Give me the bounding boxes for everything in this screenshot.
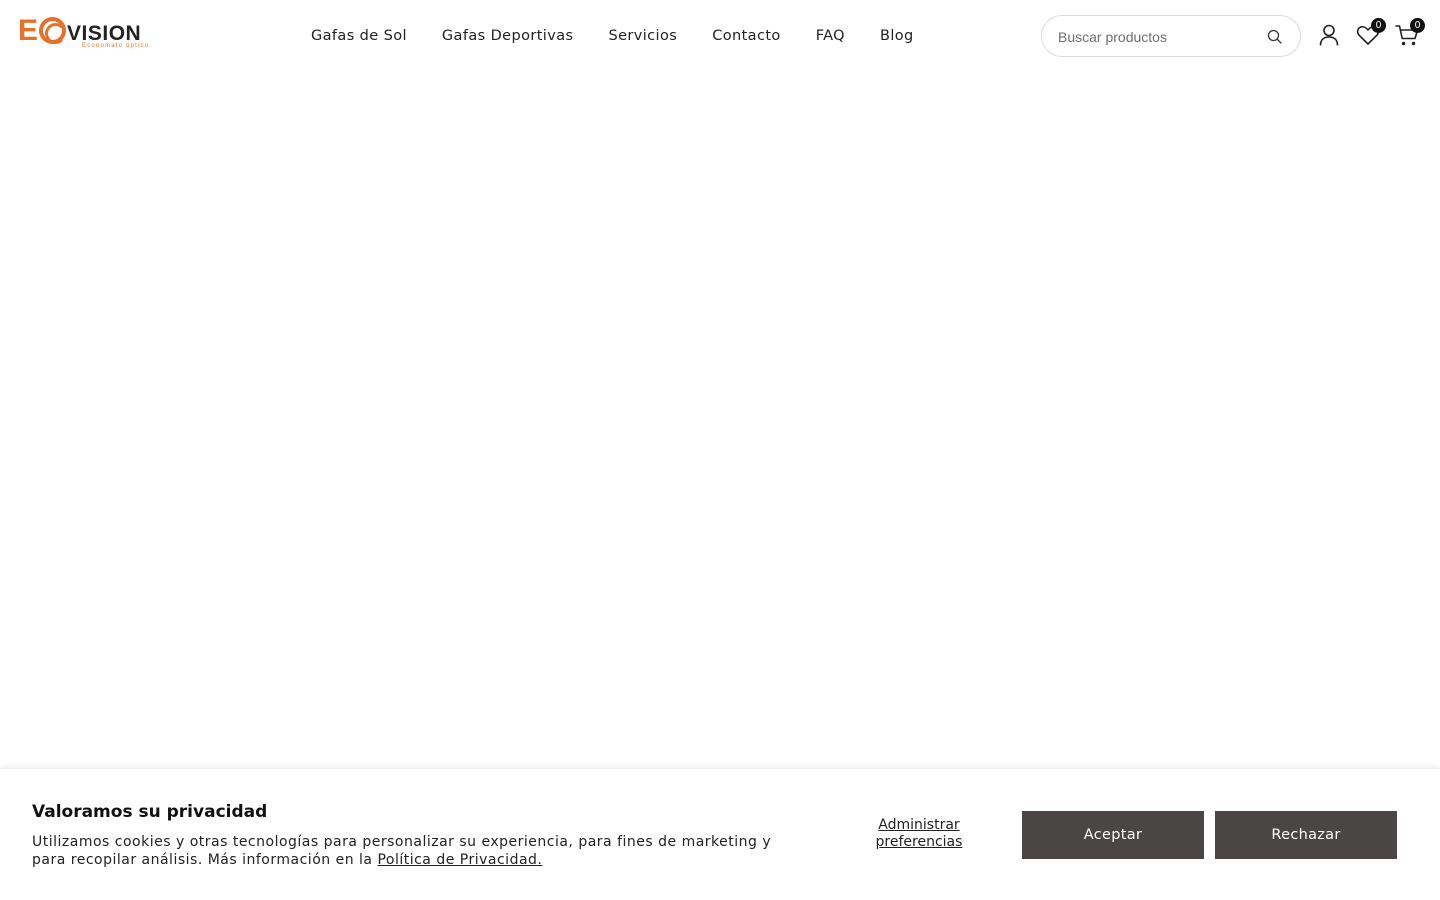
wishlist-count-badge: 0 <box>1371 18 1386 33</box>
logo-letters: VISION <box>67 22 142 45</box>
site-header: E VISION Economato óptico Gafas de Sol Ga… <box>0 0 1440 72</box>
nav-item-blog[interactable]: Blog <box>865 28 929 44</box>
main-nav: Gafas de Sol Gafas Deportivas Servicios … <box>296 22 934 50</box>
cookie-title: Valoramos su privacidad <box>32 802 268 822</box>
nav-item-faq[interactable]: FAQ <box>801 28 860 44</box>
search-input[interactable] <box>1056 26 1252 48</box>
user-icon[interactable] <box>1316 22 1342 48</box>
reject-button[interactable]: Rechazar <box>1215 811 1397 859</box>
logo-tagline: Economato óptico <box>82 43 150 49</box>
nav-item-gafas-deportivas[interactable]: Gafas Deportivas <box>427 28 589 44</box>
logo-letter-e: E <box>18 14 39 47</box>
nav-item-contacto[interactable]: Contacto <box>697 28 796 44</box>
search-icon[interactable] <box>1266 28 1284 46</box>
logo-ring-icon <box>39 17 67 44</box>
manage-preferences-link[interactable]: Administrar preferencias <box>864 817 974 851</box>
nav-item-gafas-de-sol[interactable]: Gafas de Sol <box>296 28 422 44</box>
cookie-description: Utilizamos cookies y otras tecnologías p… <box>32 833 792 869</box>
search-box <box>1041 15 1301 57</box>
nav-item-servicios[interactable]: Servicios <box>593 28 692 44</box>
cart-count-badge: 0 <box>1410 18 1425 33</box>
accept-button[interactable]: Aceptar <box>1022 811 1204 859</box>
site-logo[interactable]: E VISION Economato óptico <box>18 14 150 54</box>
cart-button[interactable]: 0 <box>1394 18 1425 48</box>
cookie-banner: Valoramos su privacidad Utilizamos cooki… <box>0 768 1440 900</box>
wishlist-button[interactable]: 0 <box>1355 18 1386 48</box>
privacy-policy-link[interactable]: Política de Privacidad. <box>377 852 542 868</box>
